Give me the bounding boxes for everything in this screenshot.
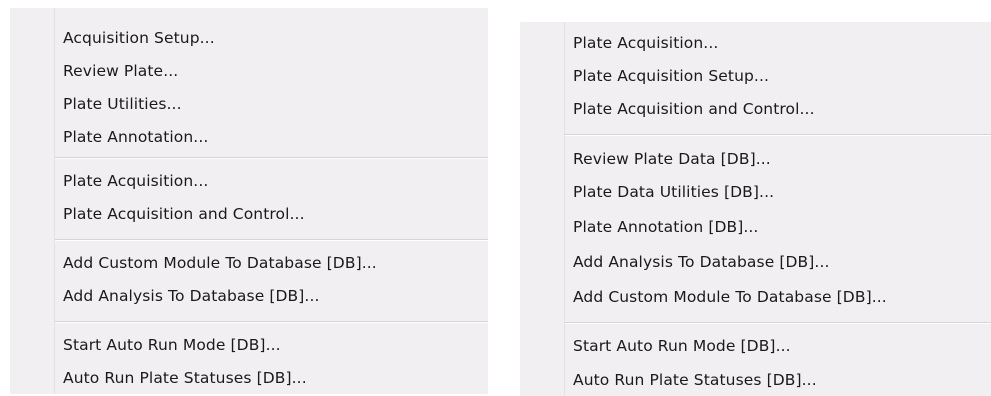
menu-item-plate-acquisition-and-control[interactable]: Plate Acquisition and Control... bbox=[63, 199, 482, 229]
menu-item-auto-run-plate-statuses[interactable]: Auto Run Plate Statuses [DB]... bbox=[63, 363, 482, 393]
menu-item-add-custom-module-to-database[interactable]: Add Custom Module To Database [DB]... bbox=[63, 248, 482, 278]
menu-item-plate-acquisition-and-control[interactable]: Plate Acquisition and Control... bbox=[573, 94, 985, 124]
context-menu-left: Acquisition Setup... Review Plate... Pla… bbox=[10, 8, 488, 394]
menu-separator bbox=[55, 239, 488, 241]
menu-item-plate-data-utilities[interactable]: Plate Data Utilities [DB]... bbox=[573, 177, 985, 207]
menu-separator bbox=[55, 157, 488, 159]
menu-item-review-plate[interactable]: Review Plate... bbox=[63, 56, 482, 86]
menu-separator bbox=[55, 321, 488, 323]
menu-item-plate-utilities[interactable]: Plate Utilities... bbox=[63, 89, 482, 119]
menu-item-auto-run-plate-statuses[interactable]: Auto Run Plate Statuses [DB]... bbox=[573, 365, 985, 395]
menu-separator bbox=[565, 134, 991, 136]
menu-item-plate-annotation[interactable]: Plate Annotation [DB]... bbox=[573, 212, 985, 242]
context-menu-right: Plate Acquisition... Plate Acquisition S… bbox=[520, 22, 991, 396]
menu-item-add-custom-module-to-database[interactable]: Add Custom Module To Database [DB]... bbox=[573, 282, 985, 312]
menu-item-plate-acquisition[interactable]: Plate Acquisition... bbox=[63, 166, 482, 196]
menu-item-start-auto-run-mode[interactable]: Start Auto Run Mode [DB]... bbox=[63, 330, 482, 360]
menu-item-plate-acquisition[interactable]: Plate Acquisition... bbox=[573, 28, 985, 58]
menu-item-add-analysis-to-database[interactable]: Add Analysis To Database [DB]... bbox=[63, 281, 482, 311]
menu-item-acquisition-setup[interactable]: Acquisition Setup... bbox=[63, 23, 482, 53]
menu-item-plate-acquisition-setup[interactable]: Plate Acquisition Setup... bbox=[573, 61, 985, 91]
menu-item-review-plate-data[interactable]: Review Plate Data [DB]... bbox=[573, 144, 985, 174]
menu-item-start-auto-run-mode[interactable]: Start Auto Run Mode [DB]... bbox=[573, 331, 985, 361]
menu-separator bbox=[565, 322, 991, 324]
menu-item-plate-annotation[interactable]: Plate Annotation... bbox=[63, 122, 482, 152]
menu-item-add-analysis-to-database[interactable]: Add Analysis To Database [DB]... bbox=[573, 247, 985, 277]
